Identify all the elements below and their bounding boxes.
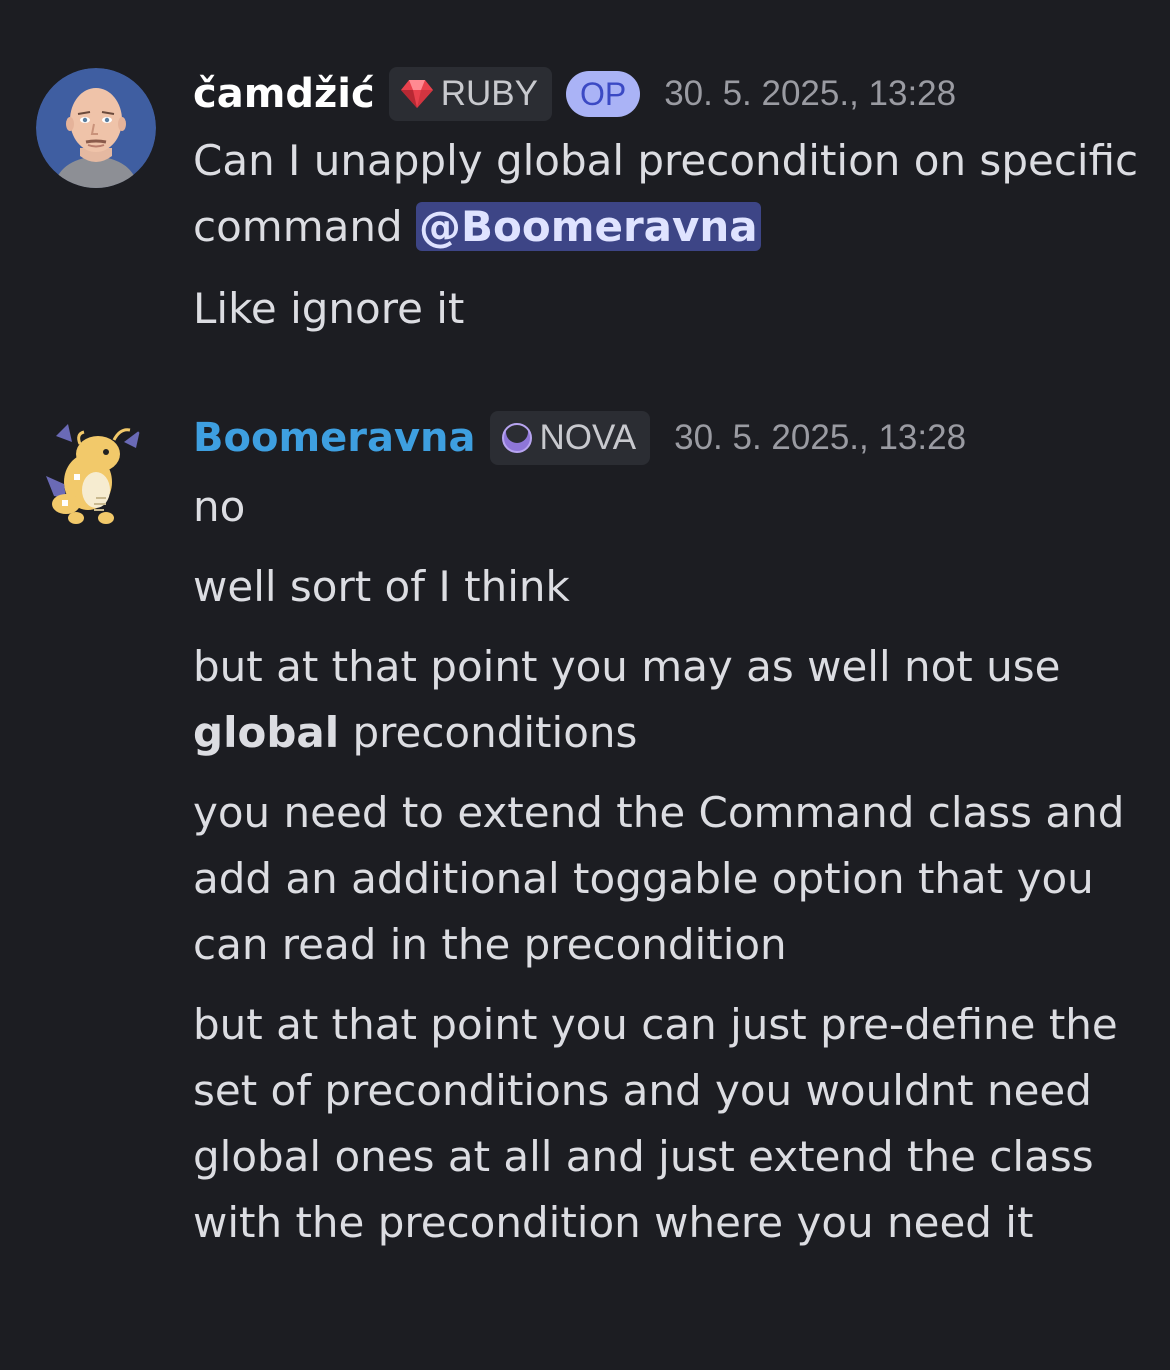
bold-text: global xyxy=(193,708,340,757)
role-tag-ruby[interactable]: RUBY xyxy=(388,67,552,121)
message-text: but at that point you may as well not us… xyxy=(193,642,1061,691)
author-name[interactable]: čamdžić xyxy=(193,71,375,117)
message-header: Boomeravna NOVA 30. 5. 2025., 13:28 xyxy=(193,410,966,466)
message-line: well sort of I think xyxy=(193,562,570,611)
message-line: but at that point you can just pre-defin… xyxy=(193,1000,1118,1247)
avatar[interactable] xyxy=(36,68,156,188)
message-line: you need to extend the Command class and… xyxy=(193,788,1125,969)
timestamp: 30. 5. 2025., 13:28 xyxy=(674,418,967,457)
timestamp: 30. 5. 2025., 13:28 xyxy=(664,74,957,113)
role-label: NOVA xyxy=(539,418,637,457)
author-name[interactable]: Boomeravna xyxy=(193,415,476,461)
message-header: čamdžić RUBY OP 30. 5. 2025., 13:28 xyxy=(193,66,956,122)
message-line: no xyxy=(193,482,246,531)
role-tag-nova[interactable]: NOVA xyxy=(489,411,651,465)
crescent-moon-icon xyxy=(501,421,532,453)
message-line: Can I unapply global precondition on spe… xyxy=(193,128,1143,260)
user-mention[interactable]: @Boomeravna xyxy=(415,202,761,251)
message-line: but at that point you may as well not us… xyxy=(193,634,1143,766)
message-content: Can I unapply global precondition on spe… xyxy=(193,128,1143,342)
message-line: Like ignore it xyxy=(193,284,465,333)
message-feed: čamdžić RUBY OP 30. 5. 2025., 13:28 Can … xyxy=(0,0,1170,1370)
message-content: no well sort of I think but at that poin… xyxy=(193,474,1143,1256)
op-badge: OP xyxy=(565,71,641,117)
message-text: preconditions xyxy=(339,708,638,757)
avatar[interactable] xyxy=(36,414,156,534)
ruby-gem-icon xyxy=(400,80,433,108)
role-label: RUBY xyxy=(440,74,538,113)
